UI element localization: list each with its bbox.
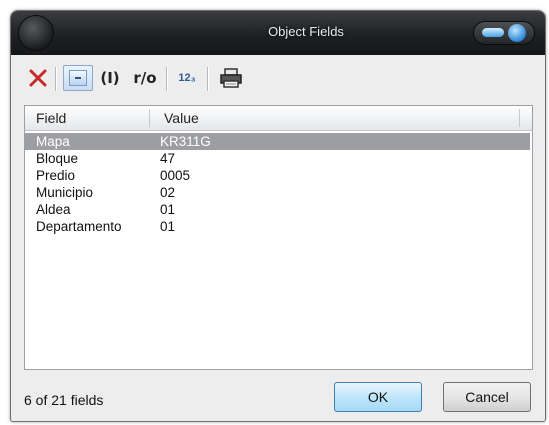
readonly-button[interactable]: r/o xyxy=(130,65,160,91)
value-cell: 02 xyxy=(160,185,176,200)
field-count-status: 6 of 21 fields xyxy=(24,392,104,408)
column-header-value[interactable]: Value xyxy=(151,109,531,127)
object-fields-dialog: Object Fields (I) r/o 12₃ Field Value Ma… xyxy=(10,10,546,422)
toolbar-separator xyxy=(55,67,57,91)
column-header-value-label: Value xyxy=(164,110,199,126)
table-row[interactable]: Predio 0005 xyxy=(25,167,532,184)
minimize-field-icon xyxy=(69,70,87,86)
field-cell: Predio xyxy=(36,168,76,183)
list-rows: Mapa KR311G Bloque 47 Predio 0005 Munici… xyxy=(25,133,532,235)
table-row[interactable]: Aldea 01 xyxy=(25,201,532,218)
ok-button[interactable]: OK xyxy=(334,382,422,412)
value-cell: KR311G xyxy=(160,134,211,149)
toolbar-separator xyxy=(207,67,209,91)
column-header-field[interactable]: Field xyxy=(25,109,150,127)
value-cell: 47 xyxy=(160,151,176,166)
close-icon[interactable] xyxy=(508,24,526,42)
field-cell: Bloque xyxy=(36,151,79,166)
list-header: Field Value xyxy=(25,106,532,131)
window-orb-icon[interactable] xyxy=(18,15,54,51)
title-bar[interactable]: Object Fields xyxy=(11,11,545,55)
window-title: Object Fields xyxy=(268,24,344,39)
fields-list[interactable]: Field Value Mapa KR311G Bloque 47 Predio… xyxy=(24,105,533,370)
value-cell: 01 xyxy=(160,202,176,217)
toolbar: (I) r/o 12₃ xyxy=(11,57,545,101)
table-row[interactable]: Municipio 02 xyxy=(25,184,532,201)
field-cell: Departamento xyxy=(36,219,122,234)
toolbar-separator xyxy=(166,67,168,91)
value-cell: 01 xyxy=(160,219,176,234)
field-cell: Municipio xyxy=(36,185,94,200)
numbering-button[interactable]: 12₃ xyxy=(174,65,200,91)
delete-x-icon[interactable] xyxy=(27,65,49,91)
header-divider xyxy=(519,109,520,127)
minimize-icon[interactable] xyxy=(482,28,504,37)
table-row[interactable]: Mapa KR311G xyxy=(25,133,530,150)
value-cell: 0005 xyxy=(160,168,191,183)
cancel-button[interactable]: Cancel xyxy=(443,382,531,412)
window-controls[interactable] xyxy=(473,21,535,45)
printer-icon[interactable] xyxy=(216,65,246,91)
field-index-button[interactable]: (I) xyxy=(98,65,122,91)
table-row[interactable]: Departamento 01 xyxy=(25,218,532,235)
table-row[interactable]: Bloque 47 xyxy=(25,150,532,167)
minimize-field-button[interactable] xyxy=(63,65,93,91)
field-cell: Mapa xyxy=(36,134,70,149)
field-cell: Aldea xyxy=(36,202,71,217)
